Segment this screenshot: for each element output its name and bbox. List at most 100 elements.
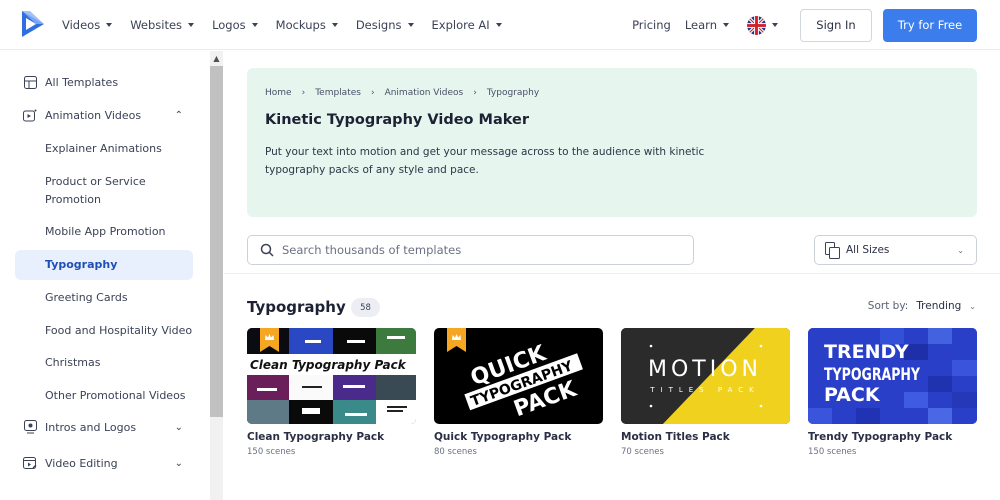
uk-flag-icon xyxy=(747,15,766,35)
premium-crown-icon xyxy=(447,328,466,352)
scrollbar-thumb[interactable] xyxy=(210,66,223,417)
sidebar-subitem-food-hospitality[interactable]: Food and Hospitality Video xyxy=(15,322,193,340)
search-icon xyxy=(260,243,274,257)
card-scenes: 150 scenes xyxy=(247,447,296,457)
template-thumbnail[interactable]: Clean Typography Pack xyxy=(247,328,416,424)
card-scenes: 150 scenes xyxy=(808,447,857,457)
video-sparkle-icon xyxy=(23,108,37,122)
template-card[interactable]: MOTION TITLES PACK Motion Titles Pack 70… xyxy=(621,328,790,457)
breadcrumb: Home › Templates › Animation Videos › Ty… xyxy=(265,88,539,98)
breadcrumb-animation-videos[interactable]: Animation Videos xyxy=(385,88,464,98)
template-card[interactable]: Clean Typography Pack Clean Typography P… xyxy=(247,328,416,457)
card-title[interactable]: Motion Titles Pack xyxy=(621,431,790,443)
sidebar-item-all-templates[interactable]: All Templates xyxy=(15,75,193,89)
card-title[interactable]: Quick Typography Pack xyxy=(434,431,603,443)
nav-explore-ai[interactable]: Explore AI xyxy=(432,18,502,32)
sidebar-item-video-editing[interactable]: Video Editing ⌄ xyxy=(15,456,193,470)
main-nav: Videos Websites Logos Mockups Designs Ex… xyxy=(62,0,520,50)
logo-icon[interactable] xyxy=(20,9,46,39)
sidebar-item-label: Video Editing xyxy=(45,456,118,470)
chevron-down-icon: ⌄ xyxy=(174,457,183,469)
motion-titles-thumbnail: MOTION TITLES PACK xyxy=(621,328,790,424)
search-input[interactable] xyxy=(282,243,682,257)
template-thumbnail[interactable]: QUICK TYPOGRAPHY PACK xyxy=(434,328,603,424)
nav-label: Logos xyxy=(212,18,246,32)
thumbnail-text: TRENDY xyxy=(824,341,909,363)
sign-in-button[interactable]: Sign In xyxy=(800,8,872,42)
resize-icon xyxy=(825,241,840,259)
section-title: Typography xyxy=(247,298,346,316)
right-nav: Pricing Learn Sign In Try for Free xyxy=(632,0,1000,50)
nav-designs[interactable]: Designs xyxy=(356,18,414,32)
breadcrumb-separator-icon: › xyxy=(473,88,477,98)
card-scenes: 70 scenes xyxy=(621,447,664,457)
sort-value: Trending xyxy=(916,300,962,312)
nav-mockups[interactable]: Mockups xyxy=(276,18,338,32)
caret-down-icon xyxy=(331,23,338,27)
search-box[interactable] xyxy=(247,235,694,265)
chevron-down-icon: ⌄ xyxy=(957,245,964,255)
sidebar-scrollbar[interactable]: ▲ xyxy=(210,51,223,500)
caret-down-icon xyxy=(106,23,113,27)
breadcrumb-templates[interactable]: Templates xyxy=(315,88,361,98)
top-navigation: Videos Websites Logos Mockups Designs Ex… xyxy=(0,0,1000,50)
pricing-link[interactable]: Pricing xyxy=(632,18,671,32)
sidebar: All Templates Animation Videos ⌃ Explain… xyxy=(0,51,210,500)
nav-label: Videos xyxy=(62,18,101,32)
card-title[interactable]: Clean Typography Pack xyxy=(247,431,416,443)
chevron-up-icon: ⌃ xyxy=(174,109,183,121)
chevron-down-icon: ⌄ xyxy=(174,421,183,433)
try-for-free-button[interactable]: Try for Free xyxy=(883,8,977,42)
chevron-down-icon: ⌄ xyxy=(969,301,976,311)
premium-crown-icon xyxy=(260,328,279,352)
template-card[interactable]: QUICK TYPOGRAPHY PACK Quick Typography P… xyxy=(434,328,603,457)
sidebar-item-label: All Templates xyxy=(45,75,119,89)
nav-websites[interactable]: Websites xyxy=(130,18,195,32)
card-scenes: 80 scenes xyxy=(434,447,477,457)
caret-down-icon xyxy=(723,23,729,27)
thumbnail-text: Clean Typography Pack xyxy=(250,358,407,372)
language-selector[interactable] xyxy=(747,15,778,35)
sidebar-item-label: Intros and Logos xyxy=(45,420,137,434)
scroll-up-arrow-icon[interactable]: ▲ xyxy=(210,51,223,65)
sidebar-subitem-greeting-cards[interactable]: Greeting Cards xyxy=(15,289,193,307)
learn-menu[interactable]: Learn xyxy=(685,18,729,32)
caret-down-icon xyxy=(251,23,258,27)
breadcrumb-separator-icon: › xyxy=(301,88,306,98)
sidebar-subitem-typography[interactable]: Typography xyxy=(15,250,193,280)
card-title[interactable]: Trendy Typography Pack xyxy=(808,431,977,443)
breadcrumb-home[interactable]: Home xyxy=(265,88,292,98)
caret-down-icon xyxy=(407,23,414,27)
caret-down-icon xyxy=(188,23,195,27)
divider xyxy=(224,273,1000,274)
nav-label: Mockups xyxy=(275,18,326,32)
template-thumbnail[interactable]: TRENDY TYPOGRAPHY PACK xyxy=(808,328,977,424)
sidebar-subitem-explainer-animations[interactable]: Explainer Animations xyxy=(15,140,193,158)
template-thumbnail[interactable]: MOTION TITLES PACK xyxy=(621,328,790,424)
caret-down-icon xyxy=(772,23,778,27)
thumbnail-text: TYPOGRAPHY xyxy=(824,365,921,385)
sidebar-subitem-mobile-app-promotion[interactable]: Mobile App Promotion xyxy=(15,223,193,241)
page-title: Kinetic Typography Video Maker xyxy=(265,112,530,128)
monitor-icon xyxy=(23,420,37,434)
grid-layout-icon xyxy=(23,75,37,89)
thumbnail-text: TITLES PACK xyxy=(649,386,760,394)
page-description: Put your text into motion and get your m… xyxy=(265,146,705,176)
sort-dropdown[interactable]: Sort by: Trending ⌄ xyxy=(868,300,976,312)
nav-label: Designs xyxy=(355,18,402,32)
nav-logos[interactable]: Logos xyxy=(212,18,258,32)
sidebar-item-intros-logos[interactable]: Intros and Logos ⌄ xyxy=(15,420,193,434)
breadcrumb-typography: Typography xyxy=(486,88,540,98)
sizes-dropdown[interactable]: All Sizes ⌄ xyxy=(814,235,977,265)
sidebar-subitem-product-promotion[interactable]: Product or Service Promotion xyxy=(15,173,185,209)
nav-videos[interactable]: Videos xyxy=(62,18,113,32)
sidebar-subitem-other-promotional[interactable]: Other Promotional Videos xyxy=(15,387,193,405)
trendy-typography-thumbnail: TRENDY TYPOGRAPHY PACK xyxy=(808,328,977,424)
template-card[interactable]: TRENDY TYPOGRAPHY PACK Trendy Typography… xyxy=(808,328,977,457)
nav-label: Websites xyxy=(130,18,183,32)
sort-label: Sort by: xyxy=(867,300,909,312)
nav-label: Explore AI xyxy=(431,18,490,32)
sidebar-item-animation-videos[interactable]: Animation Videos ⌃ xyxy=(15,108,193,122)
hero-banner: Home › Templates › Animation Videos › Ty… xyxy=(247,68,977,217)
sidebar-subitem-christmas[interactable]: Christmas xyxy=(15,354,193,372)
